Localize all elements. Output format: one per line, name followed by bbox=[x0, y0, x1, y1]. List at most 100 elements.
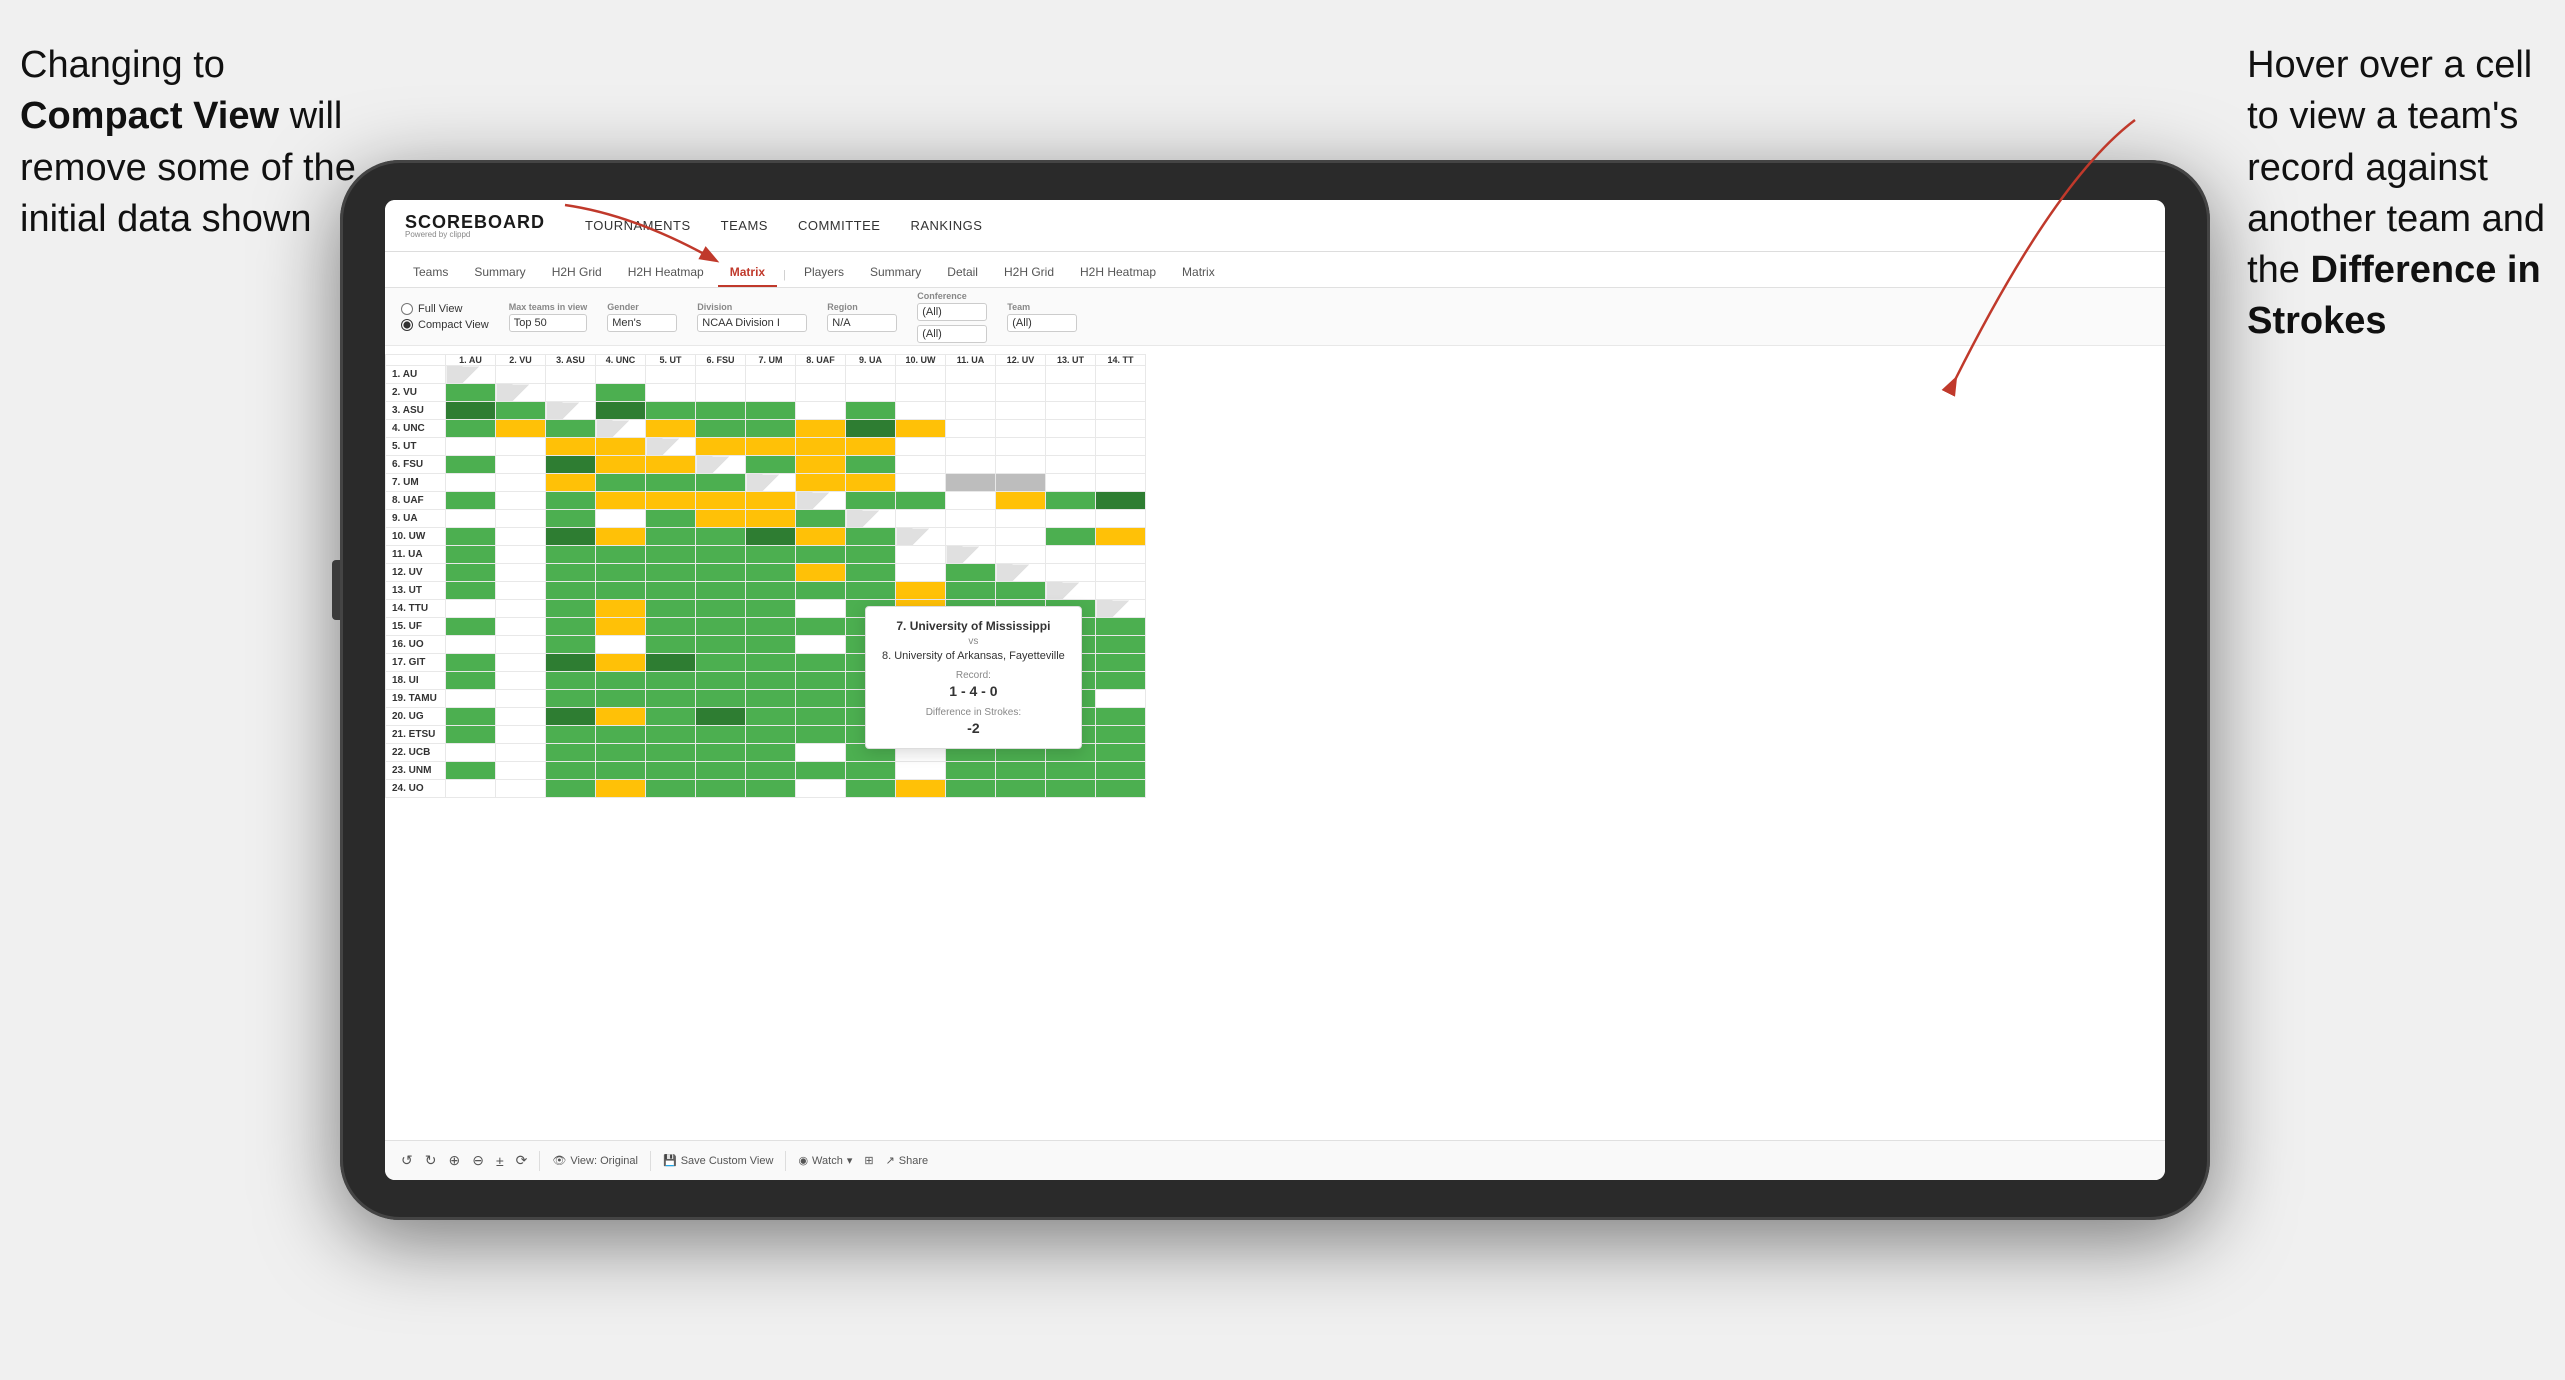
matrix-cell[interactable] bbox=[596, 564, 646, 582]
matrix-cell[interactable] bbox=[846, 402, 896, 420]
matrix-cell[interactable] bbox=[496, 618, 546, 636]
matrix-cell[interactable] bbox=[646, 636, 696, 654]
matrix-cell[interactable] bbox=[996, 762, 1046, 780]
matrix-cell[interactable] bbox=[1096, 402, 1146, 420]
matrix-cell[interactable] bbox=[646, 546, 696, 564]
matrix-cell[interactable] bbox=[746, 474, 796, 492]
nav-committee[interactable]: COMMITTEE bbox=[798, 213, 881, 238]
matrix-cell[interactable] bbox=[746, 618, 796, 636]
matrix-cell[interactable] bbox=[446, 726, 496, 744]
matrix-cell[interactable] bbox=[796, 528, 846, 546]
matrix-cell[interactable] bbox=[646, 762, 696, 780]
matrix-cell[interactable] bbox=[996, 438, 1046, 456]
matrix-cell[interactable] bbox=[596, 600, 646, 618]
matrix-cell[interactable] bbox=[746, 492, 796, 510]
matrix-cell[interactable] bbox=[796, 780, 846, 798]
matrix-cell[interactable] bbox=[546, 744, 596, 762]
matrix-cell[interactable] bbox=[646, 366, 696, 384]
matrix-cell[interactable] bbox=[696, 654, 746, 672]
matrix-cell[interactable] bbox=[546, 636, 596, 654]
matrix-cell[interactable] bbox=[496, 708, 546, 726]
matrix-cell[interactable] bbox=[546, 600, 596, 618]
matrix-cell[interactable] bbox=[446, 510, 496, 528]
matrix-cell[interactable] bbox=[596, 528, 646, 546]
matrix-cell[interactable] bbox=[1096, 546, 1146, 564]
matrix-cell[interactable] bbox=[796, 726, 846, 744]
matrix-cell[interactable] bbox=[596, 402, 646, 420]
matrix-cell[interactable] bbox=[546, 708, 596, 726]
matrix-cell[interactable] bbox=[896, 564, 946, 582]
undo-button[interactable]: ↺ bbox=[401, 1152, 413, 1169]
matrix-cell[interactable] bbox=[446, 744, 496, 762]
save-custom-button[interactable]: 💾 Save Custom View bbox=[663, 1154, 773, 1167]
matrix-cell[interactable] bbox=[796, 546, 846, 564]
matrix-cell[interactable] bbox=[846, 420, 896, 438]
view-original-button[interactable]: 👁 View: Original bbox=[552, 1154, 638, 1167]
matrix-cell[interactable] bbox=[896, 582, 946, 600]
matrix-cell[interactable] bbox=[746, 672, 796, 690]
matrix-cell[interactable] bbox=[946, 564, 996, 582]
nav-rankings[interactable]: RANKINGS bbox=[910, 213, 982, 238]
compact-view-radio[interactable] bbox=[401, 319, 413, 331]
tab-h2h-grid[interactable]: H2H Grid bbox=[540, 259, 614, 287]
matrix-cell[interactable] bbox=[796, 690, 846, 708]
matrix-cell[interactable] bbox=[796, 600, 846, 618]
matrix-cell[interactable] bbox=[696, 510, 746, 528]
matrix-cell[interactable] bbox=[446, 636, 496, 654]
matrix-cell[interactable] bbox=[596, 474, 646, 492]
matrix-cell[interactable] bbox=[596, 384, 646, 402]
matrix-cell[interactable] bbox=[596, 420, 646, 438]
matrix-cell[interactable] bbox=[996, 582, 1046, 600]
matrix-cell[interactable] bbox=[1096, 672, 1146, 690]
matrix-cell[interactable] bbox=[546, 546, 596, 564]
matrix-cell[interactable] bbox=[646, 600, 696, 618]
matrix-cell[interactable] bbox=[546, 420, 596, 438]
matrix-cell[interactable] bbox=[696, 582, 746, 600]
matrix-cell[interactable] bbox=[746, 744, 796, 762]
matrix-cell[interactable] bbox=[1096, 528, 1146, 546]
matrix-cell[interactable] bbox=[696, 618, 746, 636]
tab-teams[interactable]: Teams bbox=[401, 259, 460, 287]
matrix-cell[interactable] bbox=[1096, 762, 1146, 780]
tab-players-h2h-heatmap[interactable]: H2H Heatmap bbox=[1068, 259, 1168, 287]
matrix-cell[interactable] bbox=[446, 546, 496, 564]
matrix-cell[interactable] bbox=[1046, 582, 1096, 600]
matrix-cell[interactable] bbox=[746, 402, 796, 420]
matrix-cell[interactable] bbox=[446, 690, 496, 708]
layout-button[interactable]: ⊞ bbox=[864, 1154, 873, 1167]
tab-detail[interactable]: Detail bbox=[935, 259, 990, 287]
matrix-cell[interactable] bbox=[496, 690, 546, 708]
matrix-cell[interactable] bbox=[646, 708, 696, 726]
matrix-cell[interactable] bbox=[796, 654, 846, 672]
matrix-cell[interactable] bbox=[996, 420, 1046, 438]
matrix-cell[interactable] bbox=[596, 654, 646, 672]
matrix-cell[interactable] bbox=[1046, 438, 1096, 456]
region-select[interactable]: N/A bbox=[827, 314, 897, 332]
matrix-cell[interactable] bbox=[1096, 726, 1146, 744]
matrix-cell[interactable] bbox=[496, 456, 546, 474]
matrix-cell[interactable] bbox=[446, 618, 496, 636]
matrix-cell[interactable] bbox=[696, 672, 746, 690]
matrix-cell[interactable] bbox=[746, 384, 796, 402]
matrix-cell[interactable] bbox=[846, 474, 896, 492]
matrix-cell[interactable] bbox=[546, 582, 596, 600]
watch-button[interactable]: ◉ Watch ▾ bbox=[798, 1154, 852, 1167]
matrix-cell[interactable] bbox=[646, 420, 696, 438]
matrix-cell[interactable] bbox=[996, 456, 1046, 474]
matrix-cell[interactable] bbox=[646, 384, 696, 402]
matrix-cell[interactable] bbox=[446, 762, 496, 780]
matrix-cell[interactable] bbox=[896, 510, 946, 528]
matrix-cell[interactable] bbox=[1046, 384, 1096, 402]
matrix-cell[interactable] bbox=[446, 474, 496, 492]
matrix-cell[interactable] bbox=[546, 672, 596, 690]
matrix-cell[interactable] bbox=[746, 636, 796, 654]
full-view-option[interactable]: Full View bbox=[401, 303, 489, 315]
matrix-cell[interactable] bbox=[546, 366, 596, 384]
matrix-cell[interactable] bbox=[596, 492, 646, 510]
matrix-cell[interactable] bbox=[1096, 474, 1146, 492]
matrix-cell[interactable] bbox=[596, 366, 646, 384]
matrix-cell[interactable] bbox=[496, 762, 546, 780]
matrix-cell[interactable] bbox=[546, 510, 596, 528]
matrix-cell[interactable] bbox=[496, 564, 546, 582]
matrix-cell[interactable] bbox=[896, 366, 946, 384]
